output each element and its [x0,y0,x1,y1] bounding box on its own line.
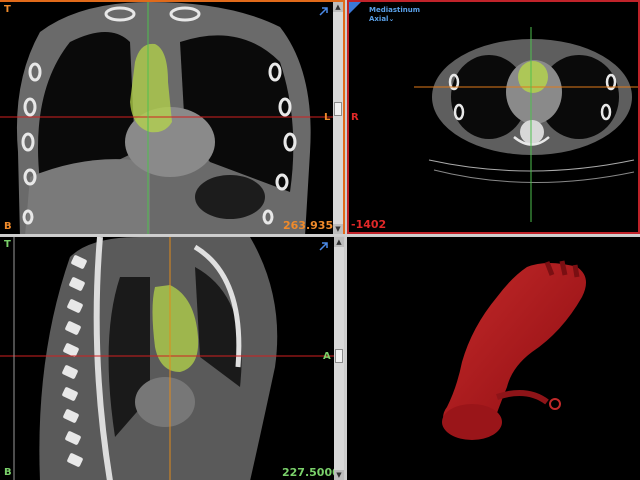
window-preset-label[interactable]: Mediastinum [369,6,420,15]
view-selector[interactable]: Axial⌄ [369,15,420,24]
coronal-left-label: L [324,112,331,123]
axial-image [349,2,638,232]
expand-arrow-icon[interactable] [318,241,329,252]
aorta-3d-render [442,260,586,440]
axial-viewport[interactable]: Mediastinum Axial⌄ R -1402 [347,0,640,234]
sagittal-top-label: T [4,239,11,250]
preset-menu[interactable]: Mediastinum Axial⌄ [369,6,420,24]
sagittal-scrollbar[interactable]: ▲ ▼ [334,237,344,480]
sagittal-anterior-label: A [323,351,331,362]
sagittal-viewport[interactable]: T B A 227.5000 ▲ ▼ [0,236,345,480]
expand-arrow-icon[interactable] [318,6,329,17]
sagittal-bottom-label: B [4,467,12,478]
coronal-bottom-label: B [4,221,12,232]
coronal-scroll-thumb[interactable] [334,102,342,116]
sagittal-value: 227.5000 [282,466,340,479]
coronal-scrollbar[interactable]: ▲ ▼ [333,2,343,234]
view-label[interactable]: Axial [369,15,388,23]
sagittal-image [0,237,335,480]
scroll-up-arrow-icon[interactable]: ▲ [334,237,344,247]
coronal-top-label: T [4,4,11,15]
volume-render-viewport[interactable] [347,236,640,480]
coronal-image [0,2,335,234]
chevron-down-icon[interactable]: ⌄ [388,15,394,23]
viewport-divider-vertical[interactable] [345,0,347,480]
scroll-down-arrow-icon[interactable]: ▼ [334,470,344,480]
scroll-up-arrow-icon[interactable]: ▲ [333,2,343,12]
viewport-corner-marker [349,2,361,14]
sagittal-scroll-thumb[interactable] [335,349,343,363]
axial-right-label: R [351,112,359,123]
axial-value: -1402 [351,218,387,231]
coronal-viewport[interactable]: T B L 263.9355 ▲ ▼ [0,0,345,234]
viewport-divider-horizontal[interactable] [0,234,640,236]
scroll-down-arrow-icon[interactable]: ▼ [333,224,343,234]
